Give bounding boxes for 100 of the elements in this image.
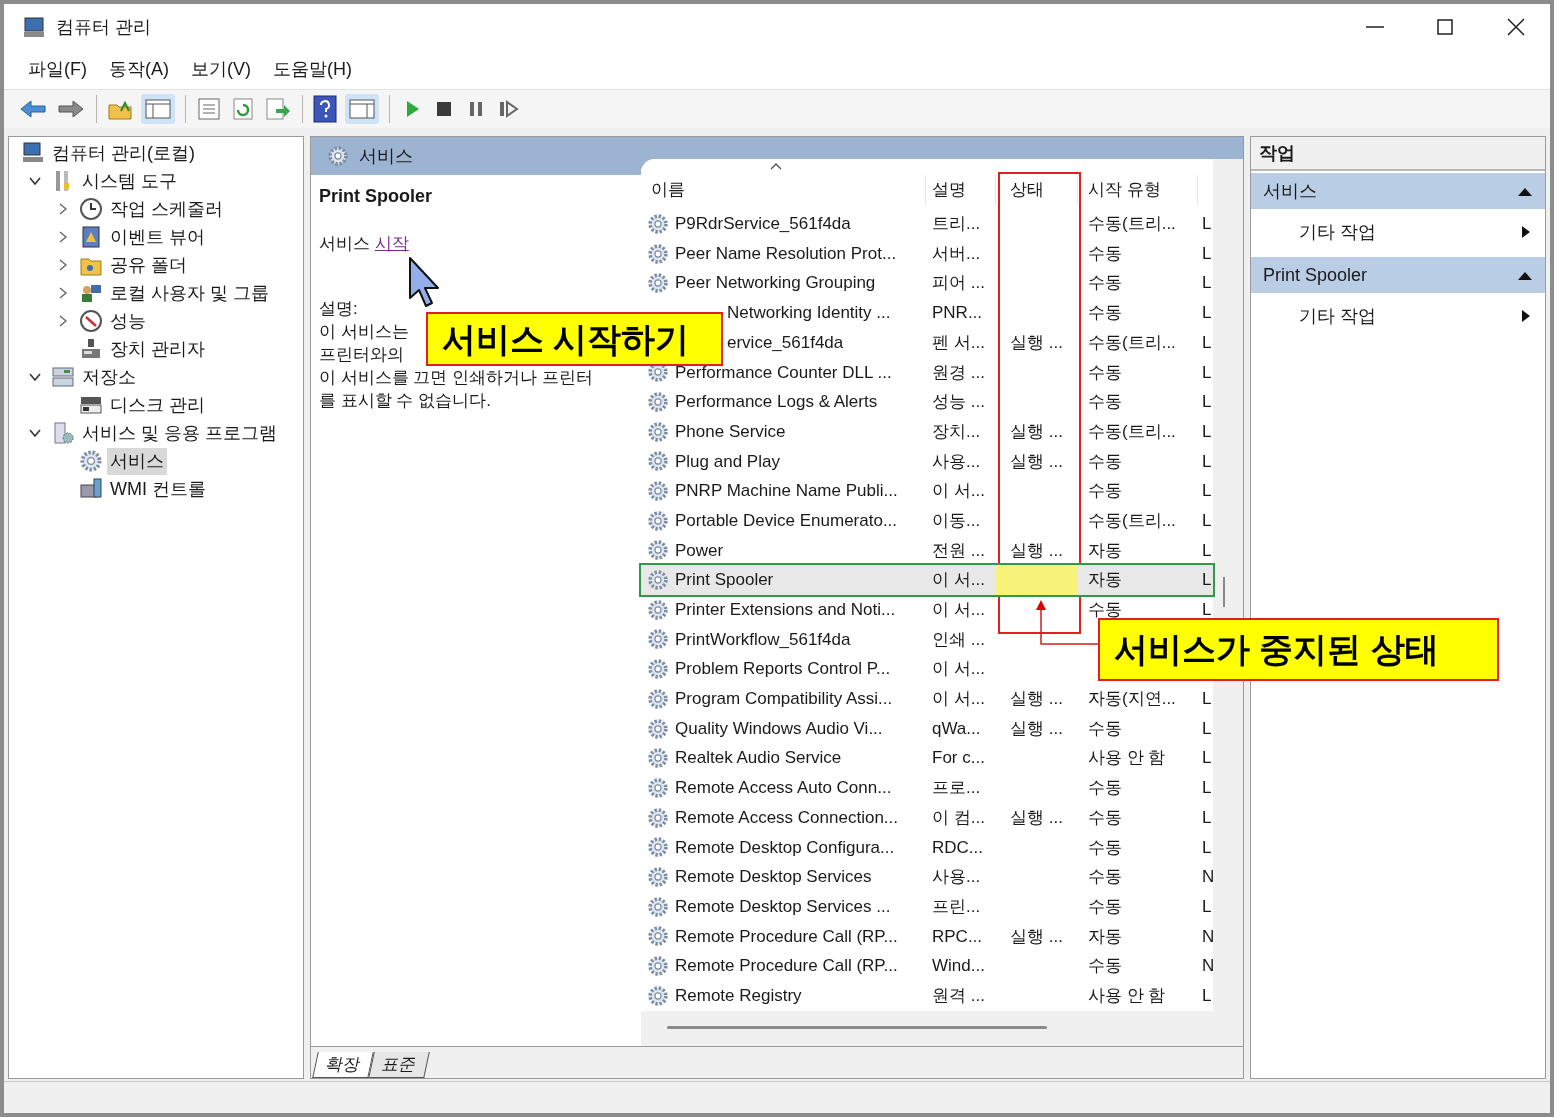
- actions-section-header[interactable]: Print Spooler: [1251, 257, 1545, 293]
- tree-item[interactable]: 서비스: [107, 447, 167, 475]
- menu-item[interactable]: 도움말(H): [263, 52, 362, 87]
- menu-item[interactable]: 보기(V): [181, 52, 261, 87]
- table-cell-text: L: [1202, 242, 1212, 265]
- table-cell-text: 실행 ...: [1010, 450, 1063, 473]
- table-cell-text: 사용...: [932, 450, 981, 473]
- back-arrow-icon[interactable]: [18, 97, 48, 121]
- tree-item[interactable]: 저장소: [79, 363, 139, 391]
- clock-icon: [79, 197, 103, 221]
- tree-item[interactable]: 서비스 및 응용 프로그램: [79, 419, 280, 447]
- actions-section-header[interactable]: 서비스: [1251, 173, 1545, 209]
- pane-toggle-icon[interactable]: [345, 94, 379, 124]
- service-name: Print Spooler: [319, 185, 433, 208]
- table-cell-text: Quality Windows Audio Vi...: [675, 717, 883, 740]
- table-cell-text: 수동(트리...: [1088, 331, 1176, 354]
- tree-item[interactable]: 이벤트 뷰어: [107, 223, 208, 251]
- table-cell-text: 수동(트리...: [1088, 420, 1176, 443]
- tree-item[interactable]: 시스템 도구: [79, 167, 180, 195]
- tree-item[interactable]: 공유 폴더: [107, 251, 190, 279]
- table-cell-text: L: [1202, 480, 1212, 503]
- tree-item[interactable]: 장치 관리자: [107, 335, 208, 363]
- submenu-arrow-icon[interactable]: [1521, 309, 1531, 323]
- table-cell-text: Remote Desktop Services ...: [675, 895, 891, 918]
- table-cell-text: 수동: [1088, 717, 1122, 740]
- table-cell-text: L: [1202, 302, 1212, 325]
- forward-arrow-icon[interactable]: [56, 97, 86, 121]
- description-text: 이 서비스를 끄면 인쇄하거나 프린터: [319, 367, 593, 389]
- table-cell-text: 전원 ...: [932, 539, 985, 562]
- gear-icon: [79, 449, 103, 473]
- table-cell-text: 프로...: [932, 777, 981, 800]
- tree-item[interactable]: 컴퓨터 관리(로컬): [49, 139, 198, 167]
- start-service-text: 서비스 시작: [319, 233, 410, 255]
- table-cell-text: 이 컴...: [932, 806, 985, 829]
- gear-icon: [647, 717, 669, 740]
- table-cell-text: Portable Device Enumerato...: [675, 509, 898, 532]
- table-cell-text: 수동: [1088, 242, 1122, 265]
- table-cell-text: Performance Logs & Alerts: [675, 391, 878, 414]
- submenu-arrow-icon[interactable]: [1521, 225, 1531, 239]
- tree-item[interactable]: 로컬 사용자 및 그룹: [107, 279, 272, 307]
- table-cell-text: 장치...: [932, 420, 981, 443]
- table-cell-text: Peer Networking Grouping: [675, 272, 876, 295]
- refresh-icon[interactable]: [230, 96, 256, 122]
- menu-item[interactable]: 파일(F): [18, 52, 97, 87]
- table-cell-text: Remote Desktop Services: [675, 866, 872, 889]
- table-cell-text: L: [1202, 836, 1212, 859]
- table-cell-text: L: [1202, 391, 1212, 414]
- view-tab[interactable]: 확장: [312, 1052, 374, 1078]
- column-header[interactable]: 이름: [641, 175, 926, 205]
- table-cell-text: 이 서...: [932, 688, 985, 711]
- table-cell-text: 수동: [1088, 895, 1122, 918]
- table-cell-text: 수동: [1088, 361, 1122, 384]
- gear-icon: [647, 212, 669, 235]
- table-cell-text: L: [1202, 361, 1212, 384]
- table-cell-text: Problem Reports Control P...: [675, 658, 891, 681]
- table-cell-text: L: [1202, 420, 1212, 443]
- tree-item[interactable]: 성능: [107, 307, 149, 335]
- gear-icon: [647, 242, 669, 265]
- table-cell-text: 사용...: [932, 866, 981, 889]
- table-cell-text: PNRP Machine Name Publi...: [675, 480, 898, 503]
- table-cell-text: 원격 ...: [932, 984, 985, 1007]
- panel-title: 서비스: [359, 144, 413, 168]
- action-item[interactable]: 기타 작업: [1299, 302, 1376, 330]
- column-header[interactable]: 설명: [926, 175, 996, 205]
- gear-icon: [647, 539, 669, 562]
- gear-icon: [647, 806, 669, 829]
- tree-item[interactable]: 디스크 관리: [107, 391, 208, 419]
- table-cell-text: 이 서...: [932, 480, 985, 503]
- table-cell-text: ervice_561f4da: [727, 331, 844, 354]
- gear-icon: [647, 420, 669, 443]
- horizontal-scrollbar[interactable]: [667, 1026, 1047, 1030]
- column-header[interactable]: 시작 유형: [1078, 175, 1198, 205]
- gear-icon: [647, 925, 669, 948]
- table-cell-text: L: [1202, 272, 1212, 295]
- section-title: Print Spooler: [1263, 263, 1368, 287]
- description-text: 이 서비스는: [319, 321, 409, 343]
- view-tab[interactable]: 표준: [368, 1052, 430, 1078]
- help-icon[interactable]: [313, 95, 337, 123]
- table-cell-text: 수동: [1088, 480, 1122, 503]
- table-cell-text: 수동: [1088, 836, 1122, 859]
- table-cell-text: 펜 서...: [932, 331, 985, 354]
- description-text: 프린터와의: [319, 344, 404, 366]
- pane-toggle-icon[interactable]: [141, 94, 175, 124]
- table-cell-text: 수동: [1088, 777, 1122, 800]
- tree-item[interactable]: 작업 스케줄러: [107, 195, 226, 223]
- action-item[interactable]: 기타 작업: [1299, 218, 1376, 246]
- selected-row[interactable]: Print Spooler 이 서... 자동 L: [641, 565, 1213, 595]
- table-cell-text: 수동: [1088, 450, 1122, 473]
- column-header[interactable]: 상태: [996, 175, 1078, 205]
- start-link[interactable]: 시작: [374, 234, 409, 253]
- tree-item[interactable]: WMI 컨트롤: [107, 475, 209, 503]
- table-cell-text: 이동...: [932, 509, 981, 532]
- table-cell-text: 실행 ...: [1010, 717, 1063, 740]
- menu-item[interactable]: 동작(A): [99, 52, 179, 87]
- table-cell-text: Plug and Play: [675, 450, 780, 473]
- table-cell-text: Print Spooler: [675, 569, 774, 592]
- table-cell-text: Remote Registry: [675, 984, 802, 1007]
- export-icon[interactable]: [264, 96, 292, 122]
- vertical-scrollbar[interactable]: [1223, 577, 1225, 607]
- window-title: 컴퓨터 관리: [56, 15, 151, 39]
